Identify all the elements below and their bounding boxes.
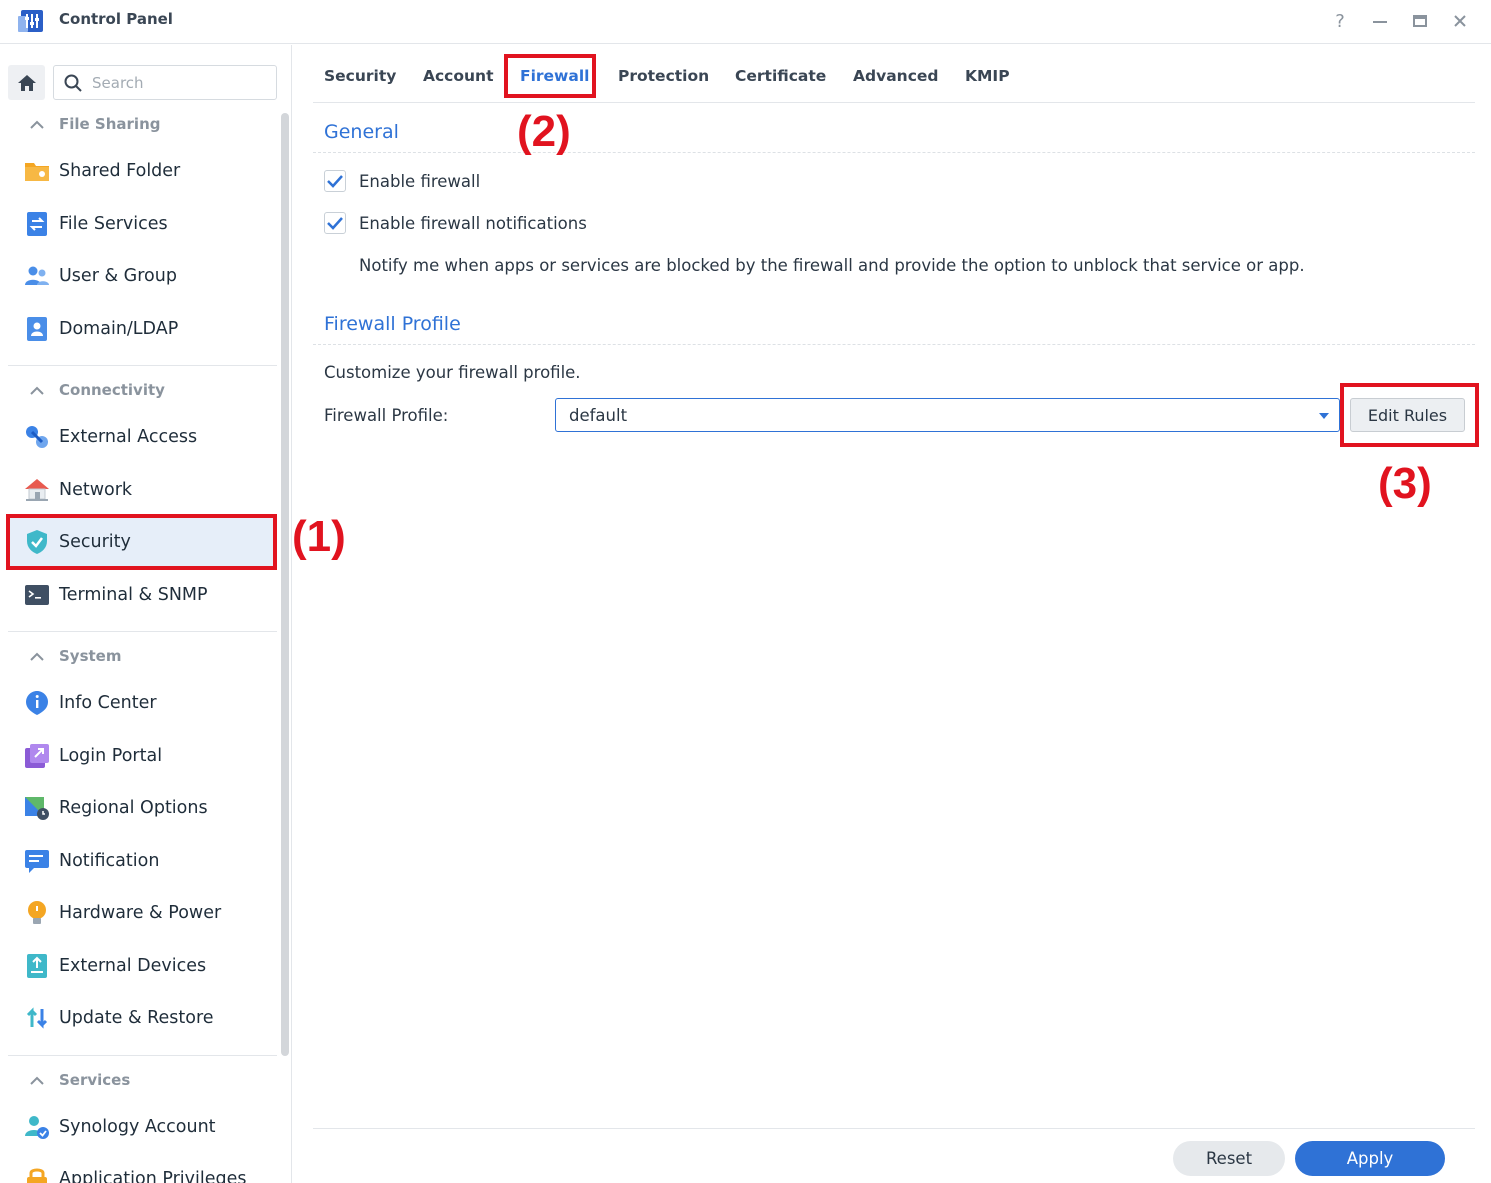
tab-protection[interactable]: Protection [618,67,709,85]
tab-account[interactable]: Account [423,67,494,85]
chevron-up-icon [30,120,50,129]
tab-advanced[interactable]: Advanced [853,67,939,85]
checkmark-icon [327,175,343,188]
chevron-up-icon [30,386,50,395]
search-box[interactable] [53,65,277,100]
search-input[interactable] [92,73,262,92]
reset-button[interactable]: Reset [1173,1141,1285,1176]
terminal-icon [23,582,50,609]
sidebar-item-network[interactable]: Network [8,464,276,516]
tab-certificate[interactable]: Certificate [735,67,826,85]
login-portal-icon [23,743,50,770]
sidebar-item-file-services[interactable]: File Services [8,198,276,250]
folder-icon [23,158,50,185]
dropdown-caret-icon [1319,413,1329,419]
enable-firewall-label: Enable firewall [359,171,481,191]
external-access-icon [23,424,50,451]
info-icon [23,690,50,717]
annotation-2: (2) [517,107,571,156]
annotation-1: (1) [292,512,346,561]
section-system[interactable]: System [30,647,121,665]
tab-security[interactable]: Security [324,67,396,85]
notify-description: Notify me when apps or services are bloc… [359,256,1305,275]
firewall-profile-section-title: Firewall Profile [324,313,461,335]
checkmark-icon [327,217,343,230]
divider [313,152,1475,153]
user-group-icon [23,263,50,290]
sidebar-item-synology-account[interactable]: Synology Account [8,1101,276,1153]
enable-firewall-row[interactable]: Enable firewall [324,170,480,192]
general-section-title: General [324,121,399,143]
sidebar-item-external-access[interactable]: External Access [8,411,276,463]
enable-firewall-checkbox[interactable] [324,170,346,192]
highlight-firewall-tab [504,54,596,98]
sidebar-item-notification[interactable]: Notification [8,835,276,887]
synology-account-icon [23,1114,50,1141]
sidebar-item-hardware-power[interactable]: Hardware & Power [8,887,276,939]
home-button[interactable] [8,65,45,100]
sidebar-item-external-devices[interactable]: External Devices [8,940,276,992]
regional-options-icon [23,795,50,822]
annotation-3: (3) [1378,459,1432,508]
sidebar-item-domain-ldap[interactable]: Domain/LDAP [8,303,276,355]
home-icon [17,74,36,91]
tab-bar: Security Account Firewall Protection Cer… [313,55,1475,103]
minimize-icon[interactable] [1366,8,1394,34]
sidebar-item-application-privileges[interactable]: Application Privileges [8,1153,276,1183]
divider [8,365,277,366]
sidebar-item-shared-folder[interactable]: Shared Folder [8,145,276,197]
sidebar-item-update-restore[interactable]: Update & Restore [8,992,276,1044]
section-file-sharing[interactable]: File Sharing [30,115,160,133]
chevron-up-icon [30,1076,50,1085]
main-panel: Security Account Firewall Protection Cer… [293,45,1491,1183]
search-icon [64,74,82,92]
sidebar: File Sharing Shared Folder File Services… [0,45,292,1183]
lock-icon [23,1166,50,1183]
chevron-up-icon [30,652,50,661]
firewall-profile-select[interactable]: default [555,398,1340,432]
notification-icon [23,848,50,875]
sidebar-item-info-center[interactable]: Info Center [8,677,276,729]
close-icon[interactable] [1446,8,1474,34]
sidebar-item-terminal-snmp[interactable]: Terminal & SNMP [8,569,276,621]
file-services-icon [23,211,50,238]
sidebar-scrollbar[interactable] [281,113,289,1056]
help-icon[interactable]: ? [1326,8,1354,34]
external-devices-icon [23,953,50,980]
firewall-profile-label: Firewall Profile: [324,406,449,425]
domain-ldap-icon [23,316,50,343]
section-services[interactable]: Services [30,1071,130,1089]
enable-notifications-label: Enable firewall notifications [359,213,587,233]
section-connectivity[interactable]: Connectivity [30,381,165,399]
footer-divider [313,1128,1475,1129]
sidebar-item-regional-options[interactable]: Regional Options [8,782,276,834]
divider [313,344,1475,345]
highlight-security-item [6,514,277,570]
divider [8,631,277,632]
sidebar-item-login-portal[interactable]: Login Portal [8,730,276,782]
enable-notifications-row[interactable]: Enable firewall notifications [324,212,587,234]
sidebar-item-user-group[interactable]: User & Group [8,250,276,302]
network-house-icon [23,477,50,504]
lightbulb-icon [23,900,50,927]
highlight-edit-rules [1340,383,1479,447]
divider [8,1055,277,1056]
update-restore-icon [23,1005,50,1032]
control-panel-app-icon [17,8,45,34]
maximize-icon[interactable] [1406,8,1434,34]
window-title: Control Panel [59,10,173,28]
title-bar: Control Panel ? [0,0,1491,44]
apply-button[interactable]: Apply [1295,1141,1445,1176]
tab-kmip[interactable]: KMIP [965,67,1010,85]
profile-description: Customize your firewall profile. [324,363,581,382]
enable-notifications-checkbox[interactable] [324,212,346,234]
